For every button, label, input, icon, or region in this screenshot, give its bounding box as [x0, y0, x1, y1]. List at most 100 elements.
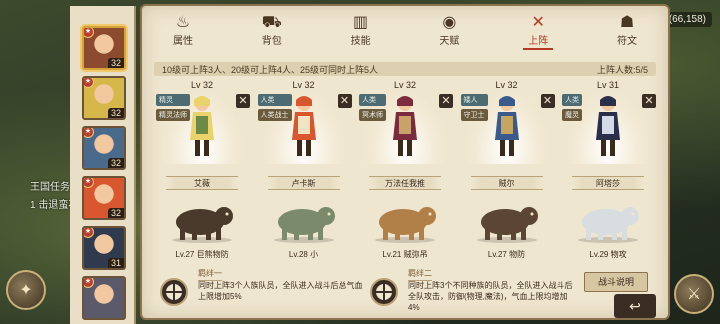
hero-figure — [596, 96, 620, 156]
hero-tags: 人类 魔灵 — [562, 94, 582, 121]
pet-slot[interactable]: Lv.21 贼弥吊 — [357, 192, 453, 262]
hero-level: Lv 32 — [292, 80, 315, 90]
race-tag: 人类 — [257, 94, 292, 106]
class-tag: 冥术师 — [359, 109, 386, 121]
pet-slot[interactable]: Lv.27 物防 — [459, 192, 555, 262]
pet-slot[interactable]: Lv.29 物攻 — [560, 192, 656, 262]
hero-figure — [393, 96, 417, 156]
class-tag: 精灵法师 — [156, 109, 190, 121]
hero-figure — [494, 96, 519, 156]
tab-label: 技能 — [350, 35, 371, 47]
roster-hero-portrait[interactable]: ★ 32 — [82, 126, 126, 170]
pet-slot[interactable]: Lv.28 小 — [256, 192, 352, 262]
rank-badge-icon: ★ — [84, 78, 94, 88]
tab-attributes[interactable]: ♨ 属性 — [150, 10, 216, 50]
rank-badge-icon: ★ — [84, 178, 94, 188]
tab-skills[interactable]: ▥ 技能 — [328, 10, 394, 50]
race-tag: 人类 — [562, 94, 582, 106]
deploy-info-bar: 10级可上阵3人、20级可上阵4人、25级可同时上阵5人 上阵人数:5/5 — [154, 62, 656, 76]
hero-name: 卢卡斯 — [267, 176, 340, 190]
hero-tags: 人类 冥术师 — [359, 94, 386, 121]
hero-level: Lv 31 — [596, 80, 620, 90]
flame-icon: ♨ — [175, 13, 191, 31]
roster-hero-portrait[interactable]: ★ 32 — [82, 26, 126, 70]
class-tag: 人类战士 — [257, 109, 292, 121]
bond-crosshair-icon — [370, 278, 398, 306]
tab-label: 符文 — [616, 35, 637, 47]
bond-description: 同时上阵3个人族队员，全队进入战斗后总气血上限增加5% — [198, 281, 363, 301]
bond-description: 同时上阵3个不同种族的队员，全队进入战斗后全队攻击，防御(物理,魔法)，气血上限… — [408, 281, 573, 312]
deploy-count: 上阵人数:5/5 — [596, 64, 648, 75]
hero-level: Lv 32 — [190, 80, 214, 90]
class-tag: 守卫士 — [460, 109, 488, 121]
quest-title: 王国任务 — [30, 182, 70, 193]
roster-level: 32 — [107, 158, 124, 168]
pet-figure — [273, 207, 335, 243]
pet-figure — [578, 207, 639, 243]
hero-tags: 矮人 守卫士 — [460, 94, 488, 121]
hero-level: Lv 32 — [393, 80, 417, 90]
battle-help-button[interactable]: 战斗说明 — [584, 272, 648, 292]
rune-icon: ☗ — [619, 13, 635, 31]
tab-label: 天赋 — [439, 35, 460, 47]
hero-slot[interactable]: Lv 32 精灵精灵法师 ✕ 艾薇 — [154, 80, 250, 192]
hero-slot-row: Lv 32 精灵 精灵法师 ✕ 艾薇 Lv 32 人类 人类战士 ✕ 卢卡斯 Lv 32 人类 冥术师 ✕… — [154, 80, 656, 192]
tab-formation[interactable]: ✕ 上阵 — [505, 10, 571, 50]
coordinate-readout: (66,158) — [662, 12, 712, 27]
tab-label: 属性 — [173, 35, 193, 47]
tab-talent[interactable]: ◉ 天赋 — [416, 10, 482, 50]
roster-level: 32 — [107, 58, 124, 68]
tab-runes[interactable]: ☗ 符文 — [594, 10, 660, 50]
hero-slot[interactable]: Lv 31 人类魔灵 ✕ 阿塔莎 — [560, 80, 656, 192]
race-tag: 精灵 — [156, 94, 190, 106]
hero-name: 艾薇 — [166, 176, 238, 190]
roster-level: 31 — [107, 258, 124, 268]
joystick-button[interactable]: ✦ — [6, 270, 46, 310]
hero-name: 阿塔莎 — [572, 176, 644, 190]
rank-badge-icon: ★ — [84, 278, 94, 288]
bond-area: 羁绊一 同时上阵3个人族队员，全队进入战斗后总气血上限增加5% 羁绊二 同时上阵… — [154, 264, 656, 318]
hero-slot[interactable]: Lv 32 矮人 守卫士 ✕ 贼尔 — [459, 80, 555, 192]
close-icon[interactable]: ✕ — [439, 94, 453, 108]
deploy-rule-text: 10级可上阵3人、20级可上阵4人、25级可同时上阵5人 — [162, 64, 379, 75]
close-icon[interactable]: ✕ — [642, 94, 656, 108]
roster-hero-portrait[interactable]: ★ 32 — [82, 176, 126, 220]
book-icon: ▥ — [353, 13, 369, 31]
hero-tags: 精灵 精灵法师 — [156, 94, 190, 121]
hero-slot[interactable]: Lv 32 人类 冥术师 ✕ 万法任我推 — [357, 80, 453, 192]
roster-hero-portrait[interactable]: ★ 31 — [82, 226, 126, 270]
tab-label: 背包 — [261, 35, 282, 47]
bond-1: 羁绊一 同时上阵3个人族队员，全队进入战斗后总气血上限增加5% — [158, 268, 364, 312]
pet-slot[interactable]: Lv.27 巨熊物防 — [154, 192, 250, 262]
tab-backpack[interactable]: ⛟ 背包 — [239, 10, 305, 50]
hero-slot[interactable]: Lv 32 人类人类战士 ✕ 卢卡斯 — [256, 80, 352, 192]
backpack-icon: ⛟ — [261, 13, 282, 31]
return-arrow-icon[interactable]: ↩ — [614, 294, 656, 318]
formation-panel: ♨ 属性 ⛟ 背包 ▥ 技能 ◉ 天赋 ✕ 上阵 ☗ 符文 10级可上阵3人、2… — [140, 4, 670, 320]
pet-label: Lv.29 物攻 — [589, 250, 627, 259]
rank-badge-icon: ★ — [84, 128, 94, 138]
bond-crosshair-icon — [160, 278, 188, 306]
close-icon[interactable]: ✕ — [540, 94, 555, 108]
class-tag: 魔灵 — [562, 109, 582, 121]
rank-badge-icon: ★ — [84, 228, 94, 238]
pet-label: Lv.27 物防 — [487, 250, 526, 259]
hero-name: 万法任我推 — [369, 176, 441, 190]
action-button[interactable]: ⚔ — [674, 274, 714, 314]
roster-level: 32 — [107, 208, 124, 218]
close-icon[interactable]: ✕ — [236, 94, 250, 108]
pet-figure — [375, 207, 436, 243]
bond-2: 羁绊二 同时上阵3个不同种族的队员，全队进入战斗后全队攻击，防御(物理,魔法)，… — [368, 268, 574, 312]
pet-slot-row: Lv.27 巨熊物防 Lv.28 小 Lv.21 贼弥吊 Lv.27 物防 Lv.29 … — [154, 192, 656, 262]
hero-tags: 人类 人类战士 — [257, 94, 292, 121]
roster-hero-portrait[interactable]: ★ 32 — [82, 76, 126, 120]
roster-hero-portrait[interactable]: ★ — [82, 276, 126, 320]
hero-name: 贼尔 — [470, 176, 543, 190]
panel-tabs: ♨ 属性 ⛟ 背包 ▥ 技能 ◉ 天赋 ✕ 上阵 ☗ 符文 — [150, 10, 660, 50]
pet-label: Lv.28 小 — [288, 250, 319, 259]
pet-label: Lv.21 贼弥吊 — [382, 250, 428, 259]
pet-label: Lv.27 巨熊物防 — [175, 250, 229, 259]
close-icon[interactable]: ✕ — [337, 94, 352, 108]
roster-level: 32 — [107, 108, 124, 118]
tab-label: 上阵 — [528, 35, 549, 47]
